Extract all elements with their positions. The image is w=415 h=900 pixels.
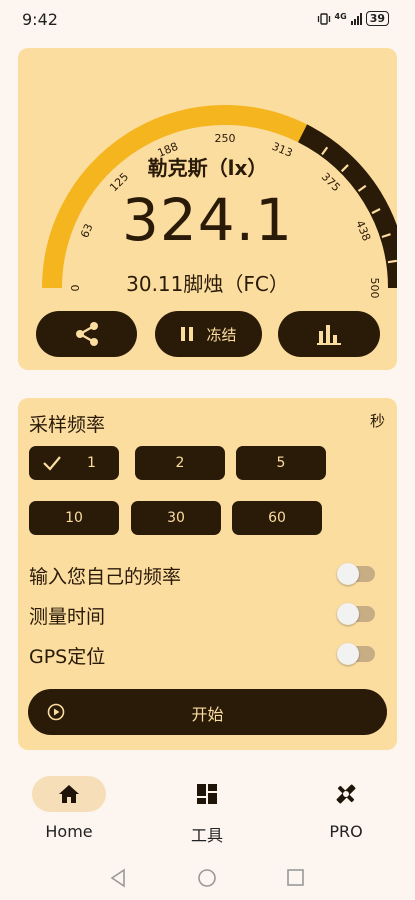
- toggle-knob: [337, 563, 359, 585]
- rate-option-1[interactable]: 1: [29, 446, 119, 480]
- start-label: 开始: [191, 705, 224, 724]
- unit-label: 勒克斯（lx）: [147, 156, 268, 180]
- check-icon: [43, 456, 61, 471]
- nav-label: 工具: [190, 826, 223, 845]
- nav-indicator: [170, 776, 244, 812]
- sampling-title: 采样频率: [29, 414, 106, 436]
- rate-option-label: 5: [276, 455, 286, 471]
- nav-indicator: [32, 776, 106, 812]
- custom-frequency-row: 输入您自己的频率: [29, 560, 375, 588]
- rate-option-10[interactable]: 10: [29, 501, 119, 535]
- status-time: 9:42: [22, 10, 58, 29]
- toggle-label: 输入您自己的频率: [29, 566, 182, 588]
- rate-option-30[interactable]: 30: [131, 501, 221, 535]
- share-button[interactable]: [36, 311, 137, 357]
- rate-option-label: 60: [268, 510, 286, 526]
- footcandle-reading: 30.11脚烛（FC）: [126, 272, 289, 296]
- meter-card: 0 63 125 188 250 313 375 438 500 勒克斯（lx） 324.1 3…: [18, 48, 397, 370]
- gauge-tick: [387, 259, 397, 264]
- battery-icon: 39: [365, 11, 389, 26]
- nav-tools[interactable]: 工具: [147, 776, 267, 846]
- measure-time-toggle[interactable]: [337, 603, 375, 625]
- nav-home[interactable]: Home: [9, 776, 129, 841]
- start-button[interactable]: 开始: [28, 689, 387, 735]
- nav-label: Home: [45, 822, 93, 841]
- rate-option-label: 1: [87, 455, 96, 471]
- rate-option-5[interactable]: 5: [236, 446, 326, 480]
- toggle-knob: [337, 643, 359, 665]
- rate-option-label: 30: [167, 510, 185, 526]
- sampling-card: 采样频率 秒 1 2 5 10 30 60 输入您自己的频率 测量时间 GPS定…: [18, 398, 397, 750]
- home-icon: [59, 785, 79, 803]
- status-bar: 9:42 4G 39: [0, 0, 415, 40]
- toggle-knob: [337, 603, 359, 625]
- share-icon: [75, 322, 98, 346]
- bar-chart-icon: [317, 325, 341, 345]
- back-icon[interactable]: [110, 868, 125, 888]
- rate-option-label: 10: [65, 510, 83, 526]
- sampling-unit: 秒: [369, 412, 385, 430]
- toggle-label: 测量时间: [29, 606, 106, 628]
- signal-icon: [350, 12, 362, 25]
- toggle-label: GPS定位: [29, 646, 106, 668]
- gauge-scale-label: 250: [215, 132, 236, 145]
- tools-icon: [336, 784, 356, 804]
- rate-option-60[interactable]: 60: [232, 501, 322, 535]
- gps-toggle[interactable]: [337, 643, 375, 665]
- nav-label: PRO: [329, 822, 363, 841]
- chart-button[interactable]: [278, 311, 380, 357]
- recents-icon[interactable]: [287, 869, 304, 886]
- rate-option-2[interactable]: 2: [135, 446, 225, 480]
- freeze-label: 冻结: [206, 325, 237, 344]
- nav-pro[interactable]: PRO: [286, 776, 406, 841]
- grid-icon: [197, 784, 217, 804]
- rate-option-label: 2: [175, 455, 185, 471]
- vibrate-icon: [317, 12, 330, 25]
- measure-time-row: 测量时间: [29, 600, 375, 628]
- pause-icon: [181, 327, 194, 341]
- network-type: 4G: [334, 12, 347, 21]
- gps-row: GPS定位: [29, 640, 375, 668]
- custom-frequency-toggle[interactable]: [337, 563, 375, 585]
- lux-reading: 324.1: [121, 186, 294, 254]
- freeze-button[interactable]: 冻结: [155, 311, 262, 357]
- home-circle-icon[interactable]: [198, 869, 216, 887]
- nav-indicator: [309, 776, 383, 812]
- bottom-nav: Home 工具 PRO: [0, 770, 415, 850]
- status-icons: 4G 39: [317, 11, 389, 26]
- system-nav-bar: [110, 868, 304, 888]
